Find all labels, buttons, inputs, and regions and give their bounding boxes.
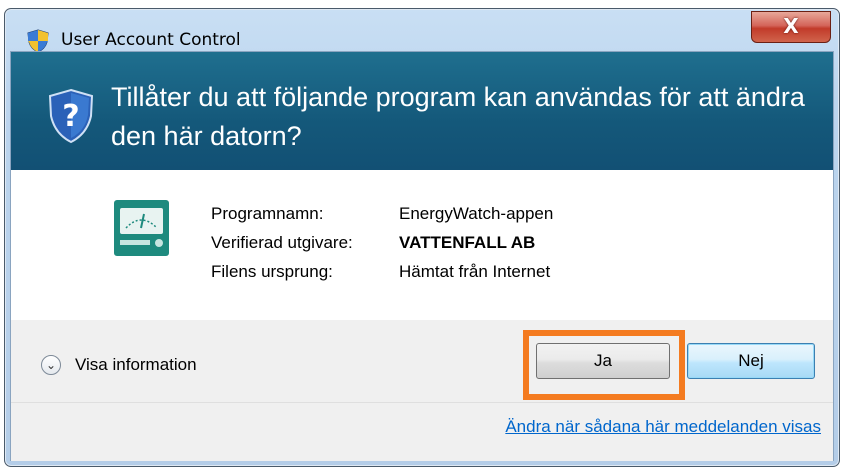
detail-row-program-name: Programnamn: EnergyWatch-appen	[211, 204, 553, 233]
prompt-banner: ? Tillåter du att följande program kan a…	[11, 52, 833, 170]
uac-question-shield-icon: ?	[48, 88, 94, 144]
show-details-label[interactable]: Visa information	[75, 355, 197, 375]
detail-value: Hämtat från Internet	[399, 262, 551, 281]
chevron-down-icon[interactable]: ⌄	[41, 355, 61, 375]
svg-text:?: ?	[62, 99, 79, 134]
detail-label: Verifierad utgivare:	[211, 233, 353, 252]
energywatch-app-icon	[114, 200, 169, 256]
change-notification-settings-link[interactable]: Ändra när sådana här meddelanden visas	[505, 417, 821, 437]
uac-dialog-window: User Account Control X ? Tillåter du att…	[4, 8, 840, 467]
yes-button[interactable]: Ja	[536, 343, 670, 379]
prompt-question: Tillåter du att följande program kan anv…	[111, 82, 805, 151]
settings-area: Ändra när sådana här meddelanden visas	[11, 402, 833, 461]
window-title: User Account Control	[61, 30, 241, 50]
title-bar[interactable]: User Account Control X	[5, 9, 839, 53]
detail-value: EnergyWatch-appen	[399, 204, 554, 223]
program-details: Programnamn: EnergyWatch-appen Verifiera…	[211, 204, 553, 291]
detail-label: Filens ursprung:	[211, 262, 333, 281]
detail-row-publisher: Verifierad utgivare: VATTENFALL AB	[211, 233, 553, 262]
close-button[interactable]: X	[751, 11, 831, 43]
detail-row-origin: Filens ursprung: Hämtat från Internet	[211, 262, 553, 291]
detail-value: VATTENFALL AB	[399, 233, 536, 252]
show-details-expander[interactable]: ⌄ Visa information	[41, 355, 197, 375]
uac-shield-icon	[27, 29, 49, 53]
close-icon: X	[783, 14, 799, 38]
no-button[interactable]: Nej	[687, 343, 815, 379]
dialog-content: ? Tillåter du att följande program kan a…	[10, 51, 834, 461]
detail-label: Programnamn:	[211, 204, 324, 223]
button-area: ⌄ Visa information Ja Nej	[11, 320, 833, 402]
